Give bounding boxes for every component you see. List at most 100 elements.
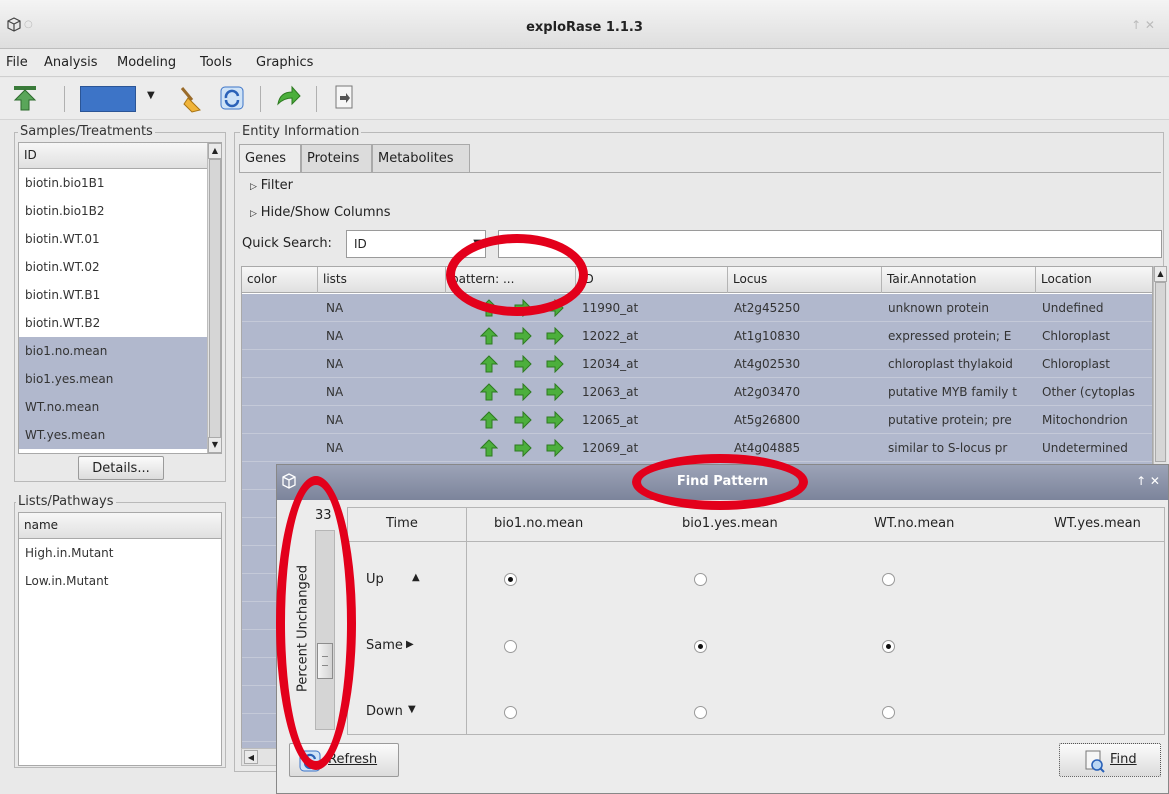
tab-proteins[interactable]: Proteins <box>301 144 372 172</box>
list-item[interactable]: biotin.WT.01 <box>19 225 221 253</box>
refresh-icon[interactable] <box>218 84 246 112</box>
column-color[interactable]: color <box>242 267 318 293</box>
radio-up-bio1-no[interactable] <box>504 573 517 586</box>
find-button[interactable]: Find <box>1059 743 1161 777</box>
slider-thumb[interactable] <box>317 643 333 679</box>
list-item[interactable]: biotin.WT.B2 <box>19 309 221 337</box>
dialog-controls-icon[interactable]: ↑ ✕ <box>1136 474 1160 488</box>
scroll-left-arrow-icon[interactable]: ◀ <box>244 750 258 764</box>
quick-search-field-select[interactable]: ID ▼ <box>346 230 486 258</box>
column-lists[interactable]: lists <box>318 267 446 293</box>
radio-down-wt-no[interactable] <box>882 706 895 719</box>
scroll-up-arrow-icon[interactable]: ▲ <box>1154 266 1167 282</box>
table-row[interactable]: NA 12022_at At1g10830 expressed protein; E C… <box>242 322 1152 350</box>
list-item[interactable]: bio1.yes.mean <box>19 365 221 393</box>
table-cell-id: 12069_at <box>582 441 639 455</box>
right-arrow-icon <box>514 299 532 317</box>
table-row[interactable]: NA 12034_at At4g02530 chloroplast thylakoid… <box>242 350 1152 378</box>
time-header: Time <box>386 516 418 531</box>
list-item[interactable]: Low.in.Mutant <box>19 567 221 595</box>
broom-clear-icon[interactable] <box>176 84 206 114</box>
right-arrow-icon <box>546 383 564 401</box>
redo-arrow-icon[interactable] <box>274 84 302 112</box>
list-item[interactable]: biotin.WT.02 <box>19 253 221 281</box>
list-item[interactable]: WT.yes.mean <box>19 421 221 449</box>
genes-scrollbar[interactable]: ▲ <box>1153 266 1167 466</box>
percent-unchanged-slider[interactable] <box>315 530 335 730</box>
table-cell-locus: At5g26800 <box>734 413 801 427</box>
column-id[interactable]: ID <box>576 267 728 293</box>
table-row[interactable]: NA 12063_at At2g03470 putative MYB family t… <box>242 378 1152 406</box>
scroll-thumb[interactable] <box>1155 282 1166 462</box>
radio-same-bio1-yes[interactable] <box>694 640 707 653</box>
right-arrow-icon <box>546 439 564 457</box>
quick-search-input[interactable] <box>498 230 1162 258</box>
right-arrow-icon <box>514 411 532 429</box>
table-row[interactable]: NA 12069_at At4g04885 similar to S-locus pr… <box>242 434 1152 462</box>
list-item[interactable]: biotin.WT.B1 <box>19 281 221 309</box>
radio-down-bio1-yes[interactable] <box>694 706 707 719</box>
list-item[interactable]: biotin.bio1B2 <box>19 197 221 225</box>
radio-down-bio1-no[interactable] <box>504 706 517 719</box>
radio-up-wt-no[interactable] <box>882 573 895 586</box>
dialog-title: Find Pattern <box>676 474 769 489</box>
menu-file[interactable]: File <box>6 55 28 70</box>
grid-divider <box>348 541 1164 542</box>
menu-tools[interactable]: Tools <box>200 55 232 70</box>
tab-metabolites[interactable]: Metabolites <box>372 144 470 172</box>
samples-scrollbar[interactable]: ▲ ▼ <box>207 143 221 453</box>
table-cell-id: 12063_at <box>582 385 639 399</box>
row-label-up: Up <box>366 572 384 587</box>
menu-modeling[interactable]: Modeling <box>117 55 176 70</box>
table-cell-location: Undefined <box>1042 301 1104 315</box>
genes-hscrollbar[interactable]: ◀ <box>241 748 277 766</box>
column-tair-annotation[interactable]: Tair.Annotation <box>882 267 1036 293</box>
table-cell-annotation: unknown protein <box>888 301 989 315</box>
window-controls-icon[interactable]: ↑ ✕ <box>1131 18 1155 32</box>
table-cell-lists: NA <box>326 301 344 315</box>
lists-list-header[interactable]: name <box>19 513 221 539</box>
up-arrow-icon <box>480 411 498 429</box>
table-cell-locus: At1g10830 <box>734 329 801 343</box>
export-document-icon[interactable] <box>332 84 356 112</box>
column-locus[interactable]: Locus <box>728 267 882 293</box>
scroll-down-arrow-icon[interactable]: ▼ <box>208 437 221 453</box>
scroll-thumb[interactable] <box>209 159 221 439</box>
menu-graphics[interactable]: Graphics <box>256 55 313 70</box>
find-pattern-dialog: Find Pattern ↑ ✕ 33 Percent Unchanged Ti… <box>276 464 1169 794</box>
column-location[interactable]: Location <box>1036 267 1152 293</box>
table-cell-lists: NA <box>326 329 344 343</box>
radio-up-bio1-yes[interactable] <box>694 573 707 586</box>
list-item[interactable]: WT.no.mean <box>19 393 221 421</box>
move-up-icon[interactable] <box>12 84 38 112</box>
expand-triangle-icon: ▷ <box>250 182 257 192</box>
refresh-button[interactable]: Refresh <box>289 743 399 777</box>
color-dropdown-icon[interactable]: ▼ <box>147 90 155 101</box>
radio-same-wt-no[interactable] <box>882 640 895 653</box>
quick-search-field-value: ID <box>354 237 367 251</box>
table-cell-annotation: putative MYB family t <box>888 385 1017 399</box>
color-swatch-button[interactable] <box>80 86 136 112</box>
list-item[interactable]: High.in.Mutant <box>19 539 221 567</box>
list-item[interactable]: biotin.bio1B1 <box>19 169 221 197</box>
table-row[interactable]: NA 11990_at At2g45250 unknown protein Undefi… <box>242 294 1152 322</box>
toolbar-separator <box>260 86 261 112</box>
details-button[interactable]: Details... <box>78 456 164 480</box>
table-cell-locus: At2g03470 <box>734 385 801 399</box>
genes-table-header: color lists pattern: ... ID Locus Tair.A… <box>242 267 1152 293</box>
table-row[interactable]: NA 12065_at At5g26800 putative protein; pre… <box>242 406 1152 434</box>
tab-genes[interactable]: Genes <box>239 144 301 172</box>
samples-list-header[interactable]: ID <box>19 143 207 169</box>
list-item[interactable]: bio1.no.mean <box>19 337 221 365</box>
condition-header: WT.no.mean <box>874 516 955 531</box>
filter-expander[interactable]: ▷ Filter <box>250 178 293 193</box>
menu-analysis[interactable]: Analysis <box>44 55 98 70</box>
column-pattern[interactable]: pattern: ... <box>446 267 576 293</box>
row-label-down: Down <box>366 704 403 719</box>
table-cell-id: 12022_at <box>582 329 639 343</box>
hideshow-label: Hide/Show Columns <box>260 205 391 220</box>
hideshow-expander[interactable]: ▷ Hide/Show Columns <box>250 205 391 220</box>
scroll-up-arrow-icon[interactable]: ▲ <box>208 143 221 159</box>
right-arrow-icon <box>546 355 564 373</box>
radio-same-bio1-no[interactable] <box>504 640 517 653</box>
